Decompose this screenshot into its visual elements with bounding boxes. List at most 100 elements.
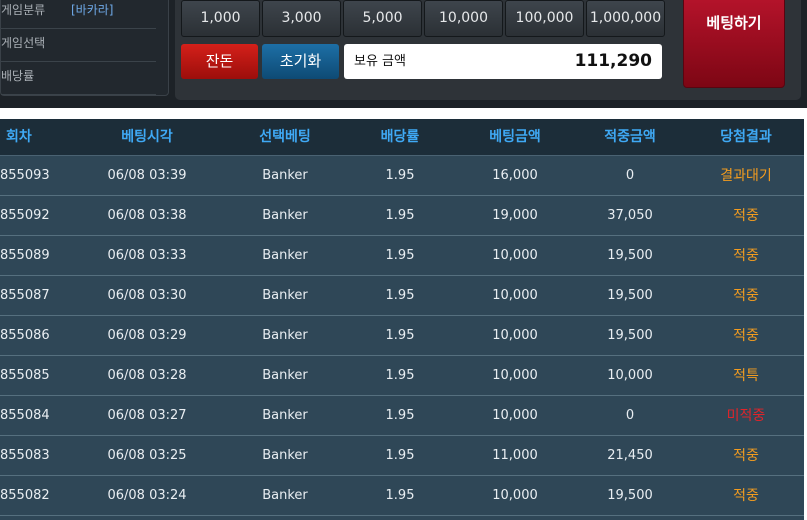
holdings-label: 보유 금액 <box>354 54 406 69</box>
place-bet-button[interactable]: 베팅하기 <box>683 0 785 88</box>
cell-round: 855086 <box>0 328 50 343</box>
cell-bet: 10,000 <box>492 488 538 503</box>
header-time: 베팅시각 <box>121 129 173 145</box>
cell-time: 06/08 03:25 <box>107 448 187 463</box>
header-round: 회차 <box>6 129 32 145</box>
table-row: 855092 06/08 03:38 Banker 1.95 19,000 37… <box>0 196 804 236</box>
header-bet: 베팅금액 <box>489 129 541 145</box>
reset-button[interactable]: 초기화 <box>262 44 339 79</box>
cell-result: 적중 <box>733 208 759 224</box>
game-select-row[interactable]: 게임선택 <box>1 28 156 62</box>
table-row: 855087 06/08 03:30 Banker 1.95 10,000 19… <box>0 276 804 316</box>
bet-controls-box: 1,000 3,000 5,000 10,000 100,000 1,000,0… <box>175 0 801 100</box>
cell-win: 19,500 <box>607 248 653 263</box>
betting-panel: 게임분류 [바카라] 게임선택 배당률 1,000 3,000 5,000 10… <box>0 0 807 108</box>
cell-time: 06/08 03:29 <box>107 328 187 343</box>
table-row: 855084 06/08 03:27 Banker 1.95 10,000 0 … <box>0 396 804 436</box>
holdings-value: 111,290 <box>574 51 652 71</box>
table-header: 회차 베팅시각 선택베팅 배당률 베팅금액 적중금액 당첨결과 <box>0 119 804 156</box>
bet-history-table: 회차 베팅시각 선택베팅 배당률 베팅금액 적중금액 당첨결과 855093 0… <box>0 119 804 520</box>
cell-round: 855085 <box>0 368 50 383</box>
cell-bet: 10,000 <box>492 368 538 383</box>
odds-row: 배당률 <box>1 61 156 95</box>
table-row: 855093 06/08 03:39 Banker 1.95 16,000 0 … <box>0 156 804 196</box>
chip-10000-button[interactable]: 10,000 <box>424 0 503 37</box>
table-row: 855086 06/08 03:29 Banker 1.95 10,000 19… <box>0 316 804 356</box>
cell-bet: 16,000 <box>492 168 538 183</box>
header-pick: 선택베팅 <box>259 129 311 145</box>
chip-1000-button[interactable]: 1,000 <box>181 0 260 37</box>
cell-win: 21,450 <box>607 448 653 463</box>
table-row: 855085 06/08 03:28 Banker 1.95 10,000 10… <box>0 356 804 396</box>
cell-result: 적중 <box>733 248 759 264</box>
cell-bet: 10,000 <box>492 248 538 263</box>
holdings-display: 보유 금액 111,290 <box>344 44 662 79</box>
cell-pick: Banker <box>262 448 308 463</box>
game-type-value: [바카라] <box>71 3 114 17</box>
cell-time: 06/08 03:24 <box>107 488 187 503</box>
cell-result: 미적중 <box>726 408 766 424</box>
cell-pick: Banker <box>262 488 308 503</box>
cell-time: 06/08 03:38 <box>107 208 187 223</box>
header-win: 적중금액 <box>604 129 656 145</box>
cell-result: 결과대기 <box>720 168 772 184</box>
cell-time: 06/08 03:27 <box>107 408 187 423</box>
cell-round: 855089 <box>0 248 50 263</box>
game-type-row: 게임분류 [바카라] <box>1 0 156 29</box>
balance-button[interactable]: 잔돈 <box>181 44 258 79</box>
cell-bet: 10,000 <box>492 288 538 303</box>
cell-result: 적중 <box>733 448 759 464</box>
game-type-label: 게임분류 <box>1 3 46 17</box>
cell-win: 19,500 <box>607 328 653 343</box>
cell-odds: 1.95 <box>385 208 415 223</box>
cell-win: 37,050 <box>607 208 653 223</box>
chip-3000-button[interactable]: 3,000 <box>262 0 341 37</box>
cell-win: 0 <box>625 168 635 183</box>
cell-pick: Banker <box>262 248 308 263</box>
cell-odds: 1.95 <box>385 168 415 183</box>
table-row: 855083 06/08 03:25 Banker 1.95 11,000 21… <box>0 436 804 476</box>
header-result: 당첨결과 <box>720 129 772 145</box>
cell-win: 0 <box>625 408 635 423</box>
cell-time: 06/08 03:30 <box>107 288 187 303</box>
cell-odds: 1.95 <box>385 248 415 263</box>
cell-pick: Banker <box>262 208 308 223</box>
chip-1000000-button[interactable]: 1,000,000 <box>586 0 665 37</box>
table-row: 855082 06/08 03:24 Banker 1.95 10,000 19… <box>0 476 804 516</box>
cell-odds: 1.95 <box>385 488 415 503</box>
cell-win: 19,500 <box>607 488 653 503</box>
cell-bet: 11,000 <box>492 448 538 463</box>
cell-bet: 19,000 <box>492 208 538 223</box>
odds-label: 배당률 <box>1 69 35 83</box>
cell-result: 적중 <box>733 328 759 344</box>
cell-round: 855083 <box>0 448 50 463</box>
cell-time: 06/08 03:28 <box>107 368 187 383</box>
cell-time: 06/08 03:33 <box>107 248 187 263</box>
chip-100000-button[interactable]: 100,000 <box>505 0 584 37</box>
cell-pick: Banker <box>262 368 308 383</box>
cell-odds: 1.95 <box>385 408 415 423</box>
cell-result: 적중 <box>733 488 759 504</box>
cell-round: 855084 <box>0 408 50 423</box>
cell-round: 855092 <box>0 208 50 223</box>
chip-5000-button[interactable]: 5,000 <box>343 0 422 37</box>
cell-odds: 1.95 <box>385 328 415 343</box>
cell-pick: Banker <box>262 288 308 303</box>
game-select-label: 게임선택 <box>1 36 46 50</box>
cell-result: 적중 <box>733 288 759 304</box>
cell-pick: Banker <box>262 328 308 343</box>
game-info-box: 게임분류 [바카라] 게임선택 배당률 <box>0 0 169 96</box>
cell-pick: Banker <box>262 408 308 423</box>
table-row: 855089 06/08 03:33 Banker 1.95 10,000 19… <box>0 236 804 276</box>
cell-bet: 10,000 <box>492 328 538 343</box>
cell-pick: Banker <box>262 168 308 183</box>
cell-win: 19,500 <box>607 288 653 303</box>
cell-round: 855093 <box>0 168 50 183</box>
cell-round: 855087 <box>0 288 50 303</box>
cell-round: 855082 <box>0 488 50 503</box>
cell-odds: 1.95 <box>385 448 415 463</box>
cell-odds: 1.95 <box>385 368 415 383</box>
cell-bet: 10,000 <box>492 408 538 423</box>
header-odds: 배당률 <box>380 129 420 145</box>
cell-result: 적특 <box>733 368 759 384</box>
